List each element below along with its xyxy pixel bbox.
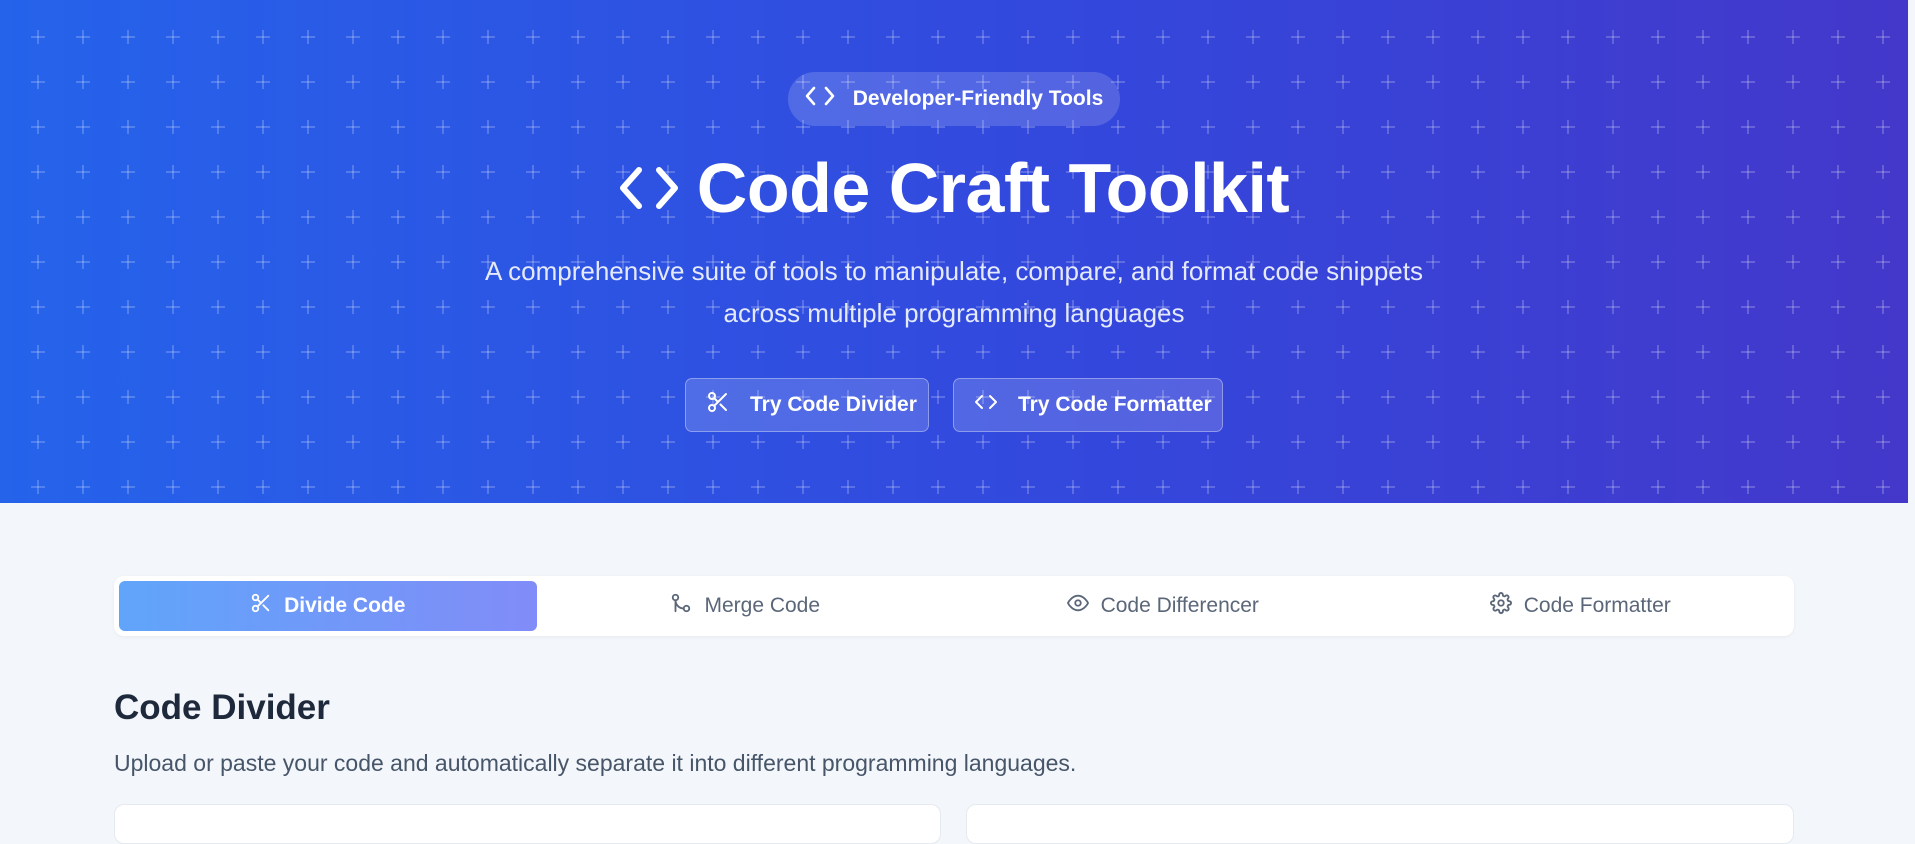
tab-label: Divide Code — [284, 594, 406, 617]
try-code-divider-button[interactable]: Try Code Divider — [685, 378, 929, 432]
gear-icon — [1489, 592, 1512, 620]
section-description: Upload or paste your code and automatica… — [114, 750, 1077, 776]
scissors-icon — [250, 592, 272, 620]
tab-merge-code[interactable]: Merge Code — [537, 581, 955, 631]
hero-banner: Developer-Friendly Tools Code Craft Tool… — [0, 0, 1908, 503]
code-icon — [974, 390, 998, 420]
tab-label: Code Differencer — [1100, 594, 1259, 617]
tool-tabs: Divide Code Merge Code Code Differencer … — [114, 576, 1794, 636]
developer-tools-badge: Developer-Friendly Tools — [788, 72, 1120, 126]
subtitle-line-1: A comprehensive suite of tools to manipu… — [485, 256, 1423, 286]
tab-label: Merge Code — [704, 594, 821, 617]
page-title: Code Craft Toolkit — [0, 148, 1908, 228]
tab-label: Code Formatter — [1523, 594, 1671, 617]
code-icon — [619, 148, 679, 228]
git-merge-icon — [670, 592, 692, 620]
scissors-icon — [706, 390, 730, 420]
hero-subtitle: A comprehensive suite of tools to manipu… — [454, 250, 1454, 334]
try-code-formatter-label: Try Code Formatter — [1018, 393, 1212, 416]
code-output-panel — [966, 804, 1794, 844]
page-title-text: Code Craft Toolkit — [696, 149, 1290, 227]
try-code-formatter-button[interactable]: Try Code Formatter — [953, 378, 1223, 432]
eye-icon — [1066, 592, 1089, 620]
subtitle-line-2: across multiple programming languages — [723, 298, 1185, 328]
try-code-divider-label: Try Code Divider — [750, 393, 917, 416]
section-title: Code Divider — [114, 688, 330, 727]
tab-code-differencer[interactable]: Code Differencer — [954, 581, 1372, 631]
badge-label: Developer-Friendly Tools — [852, 87, 1104, 110]
code-input-panel — [114, 804, 941, 844]
code-icon — [805, 85, 835, 113]
tab-code-formatter[interactable]: Code Formatter — [1372, 581, 1790, 631]
tab-divide-code[interactable]: Divide Code — [119, 581, 537, 631]
